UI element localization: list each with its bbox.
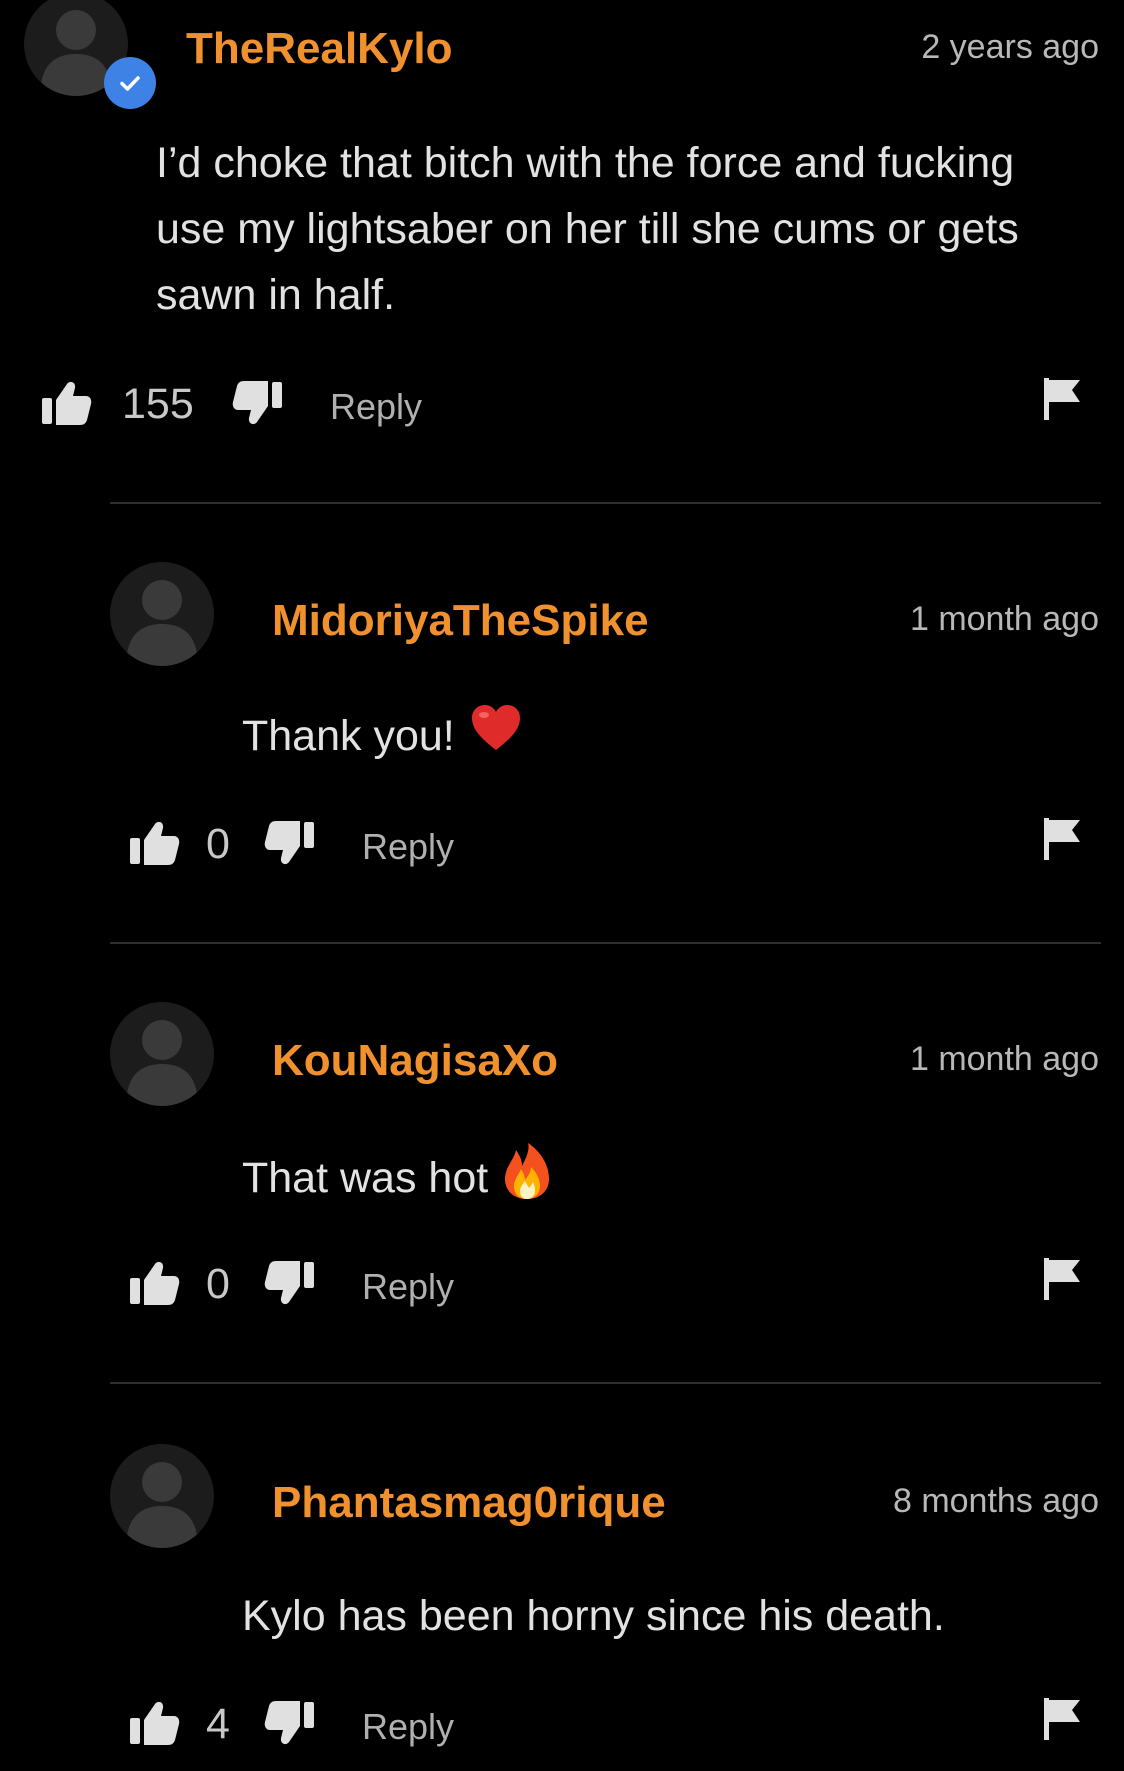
timestamp: 2 years ago [921, 28, 1099, 66]
comment: TheRealKylo 2 years ago I’d choke that b… [0, 0, 1124, 500]
timestamp: 1 month ago [909, 1040, 1099, 1078]
avatar[interactable] [110, 1444, 214, 1548]
dislike-button[interactable] [262, 818, 318, 868]
red-heart-emoji [469, 702, 523, 775]
comment-text: Kylo has been horny since his death. [242, 1583, 945, 1649]
thumbs-down-icon [232, 381, 282, 425]
timestamp: 1 month ago [909, 600, 1099, 638]
reply-button[interactable]: Reply [362, 1706, 454, 1748]
flag-icon [1044, 818, 1080, 860]
dislike-button[interactable] [262, 1258, 318, 1308]
comment-text: That was hot [242, 1142, 552, 1219]
reply-button[interactable]: Reply [330, 386, 422, 428]
timestamp: 8 months ago [892, 1482, 1099, 1520]
flag-icon [1044, 378, 1080, 420]
like-button[interactable] [126, 1258, 182, 1308]
flag-icon [1044, 1698, 1080, 1740]
thumbs-down-icon [264, 1261, 314, 1305]
like-count: 155 [122, 380, 194, 428]
comment-text: Thank you! [242, 702, 523, 775]
comment-text-content: That was hot [242, 1153, 489, 1202]
user-silhouette-icon [126, 580, 198, 666]
report-button[interactable] [1040, 374, 1084, 422]
thumbs-up-icon [130, 1701, 180, 1745]
reply-button[interactable]: Reply [362, 1266, 454, 1308]
like-button[interactable] [126, 818, 182, 868]
divider [110, 1382, 1101, 1384]
username[interactable]: KouNagisaXo [272, 1036, 558, 1086]
thumbs-up-icon [130, 1261, 180, 1305]
reply-comment: Phantasmag0rique 8 months ago Kylo has b… [0, 1440, 1124, 1771]
verified-badge-icon [104, 57, 156, 109]
avatar[interactable] [110, 1002, 214, 1106]
user-silhouette-icon [126, 1462, 198, 1548]
fire-emoji [502, 1142, 552, 1219]
dislike-button[interactable] [262, 1698, 318, 1748]
thumbs-up-icon [130, 821, 180, 865]
thumbs-down-icon [264, 1701, 314, 1745]
like-count: 4 [206, 1700, 230, 1748]
user-silhouette-icon [126, 1020, 198, 1106]
report-button[interactable] [1040, 1694, 1084, 1742]
reply-comment: MidoriyaTheSpike 1 month ago Thank you! … [0, 560, 1124, 940]
flag-icon [1044, 1258, 1080, 1300]
divider [110, 942, 1101, 944]
avatar[interactable] [110, 562, 214, 666]
like-button[interactable] [126, 1698, 182, 1748]
thumbs-up-icon [42, 381, 92, 425]
thumbs-down-icon [264, 821, 314, 865]
report-button[interactable] [1040, 1254, 1084, 1302]
reply-button[interactable]: Reply [362, 826, 454, 868]
like-button[interactable] [38, 378, 94, 428]
comment-text-line: use my lightsaber on her till she cums o… [156, 205, 1019, 253]
dislike-button[interactable] [230, 378, 286, 428]
comment-text-content: Kylo has been horny since his death. [242, 1592, 945, 1640]
like-count: 0 [206, 820, 230, 868]
comment-text-line: sawn in half. [156, 271, 396, 319]
comment-text-content: Thank you! [242, 711, 455, 760]
reply-comment: KouNagisaXo 1 month ago That was hot 0 R… [0, 1000, 1124, 1380]
comment-text: I’d choke that bitch with the force and … [156, 130, 1019, 328]
username[interactable]: TheRealKylo [186, 24, 453, 74]
username[interactable]: Phantasmag0rique [272, 1478, 666, 1528]
like-count: 0 [206, 1260, 230, 1308]
divider [110, 502, 1101, 504]
report-button[interactable] [1040, 814, 1084, 862]
username[interactable]: MidoriyaTheSpike [272, 596, 649, 646]
comment-text-line: I’d choke that bitch with the force and … [156, 139, 1015, 187]
